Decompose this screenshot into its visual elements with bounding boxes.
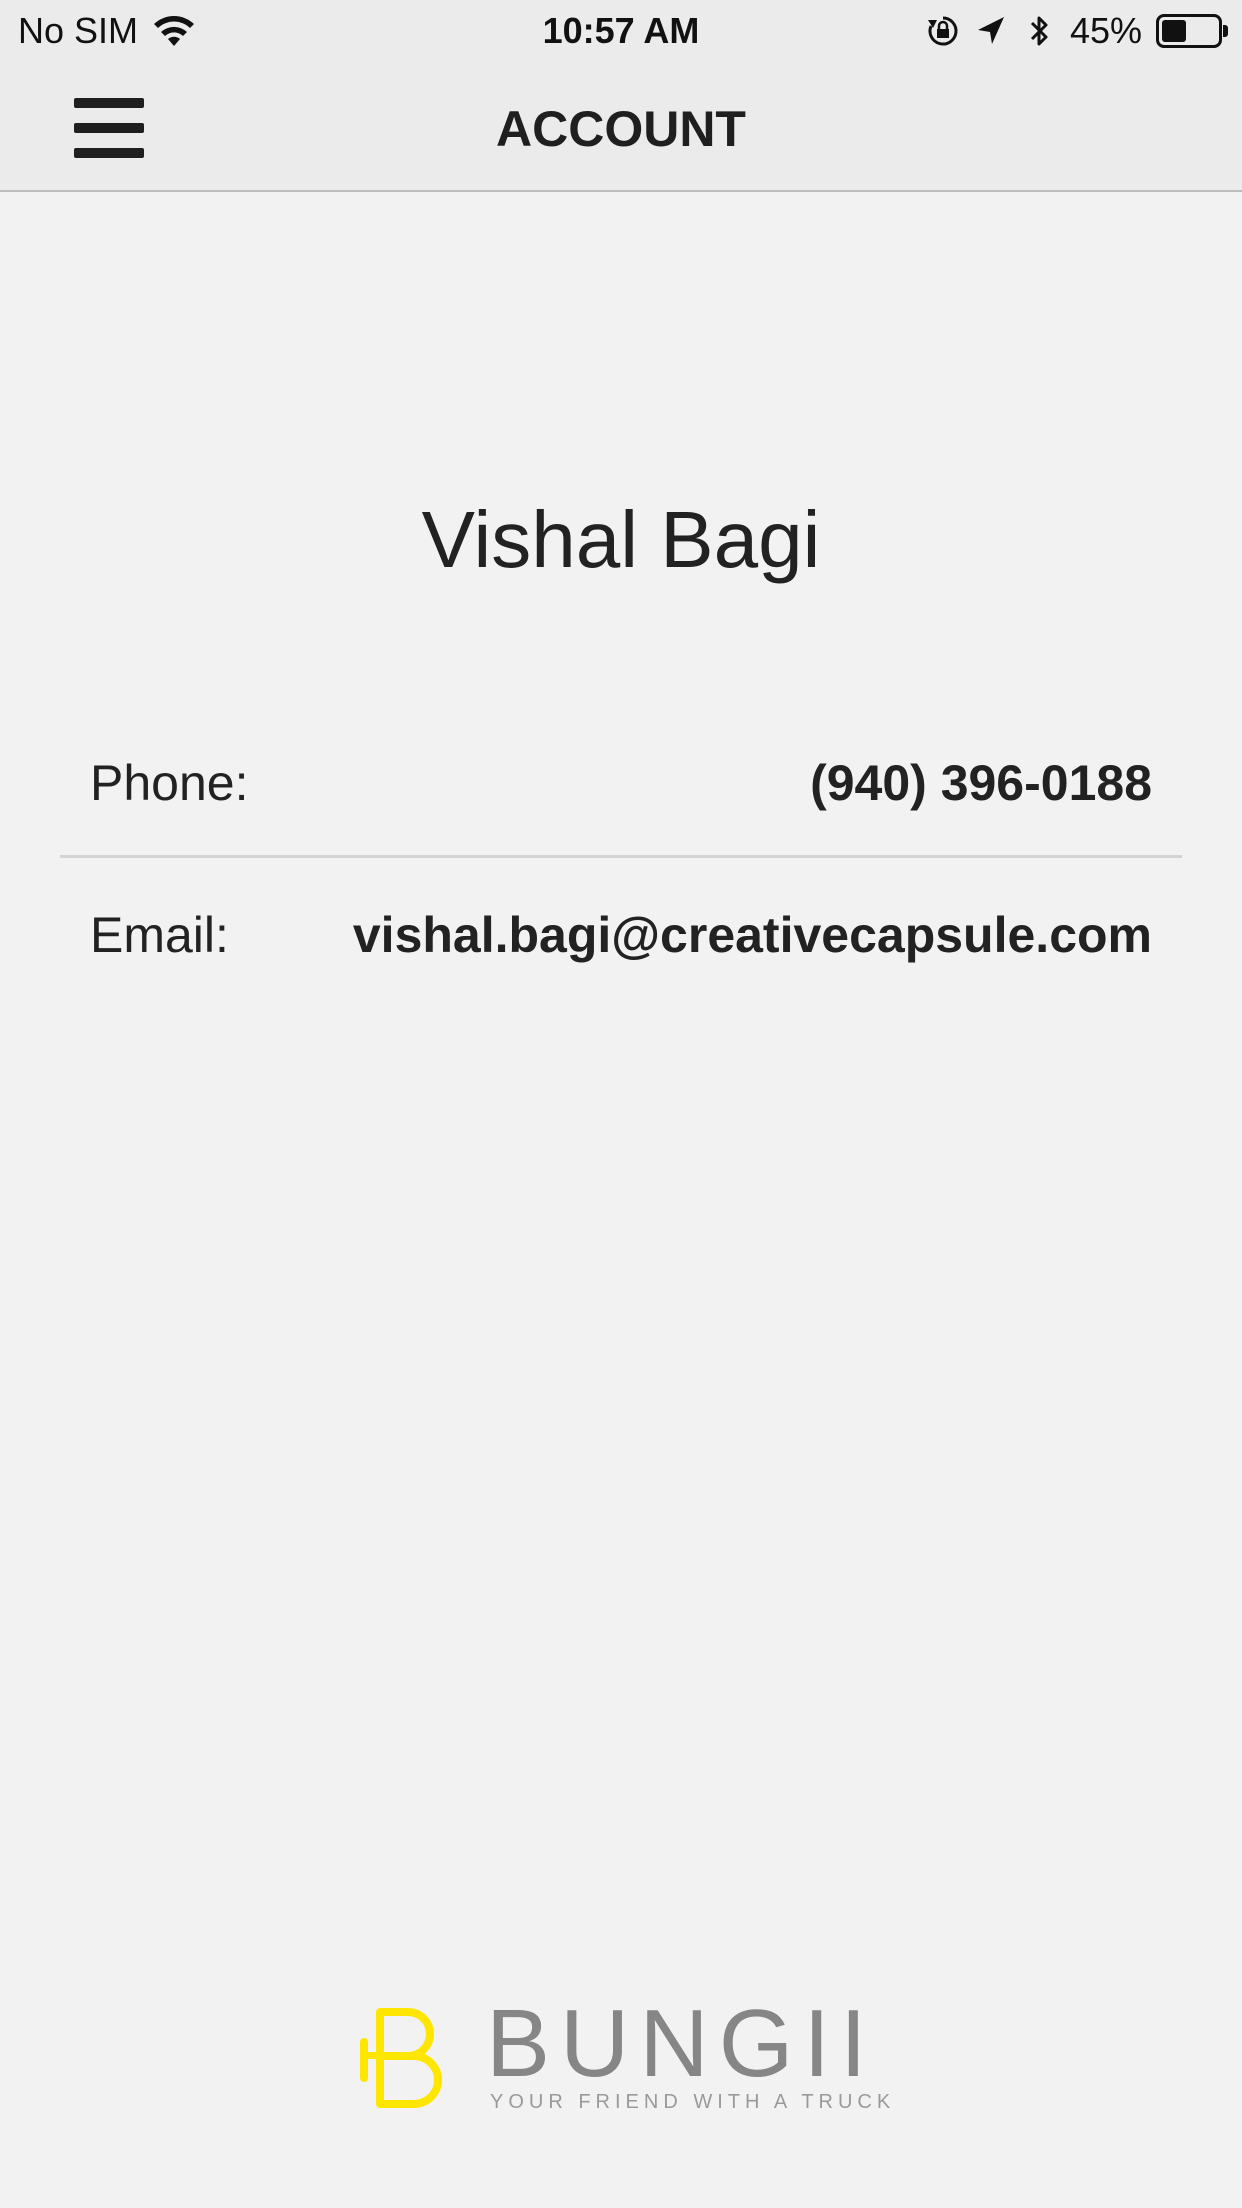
- bungii-logo: BUNGII YOUR FRIEND WITH A TRUCK: [356, 1994, 896, 2120]
- status-bar: No SIM 10:57 AM 45%: [0, 0, 1242, 62]
- email-value[interactable]: vishal.bagi@creativecapsule.com: [353, 880, 1152, 990]
- bluetooth-icon: [1030, 16, 1048, 46]
- brand-tagline: YOUR FRIEND WITH A TRUCK: [490, 2091, 896, 2113]
- profile-name: Vishal Bagi: [421, 495, 821, 584]
- email-label: Email:: [90, 907, 229, 963]
- email-row: Email: vishal.bagi@creativecapsule.com: [60, 880, 1182, 990]
- phone-row: Phone: (940) 396-0188: [60, 728, 1182, 838]
- phone-value[interactable]: (940) 396-0188: [810, 728, 1152, 838]
- phone-label: Phone:: [90, 755, 249, 811]
- battery-percent: 45%: [1069, 10, 1142, 51]
- status-bar-right: 45%: [926, 10, 1228, 52]
- brand-wordmark: BUNGII: [486, 1990, 877, 2097]
- bungii-logo-mark: [360, 2008, 442, 2108]
- divider: [60, 855, 1182, 858]
- location-arrow-icon: [977, 17, 1004, 44]
- battery-icon: [1156, 14, 1228, 48]
- rotation-lock-icon: [927, 16, 958, 46]
- page-title: ACCOUNT: [496, 101, 746, 157]
- navigation-bar: ACCOUNT: [0, 62, 1242, 192]
